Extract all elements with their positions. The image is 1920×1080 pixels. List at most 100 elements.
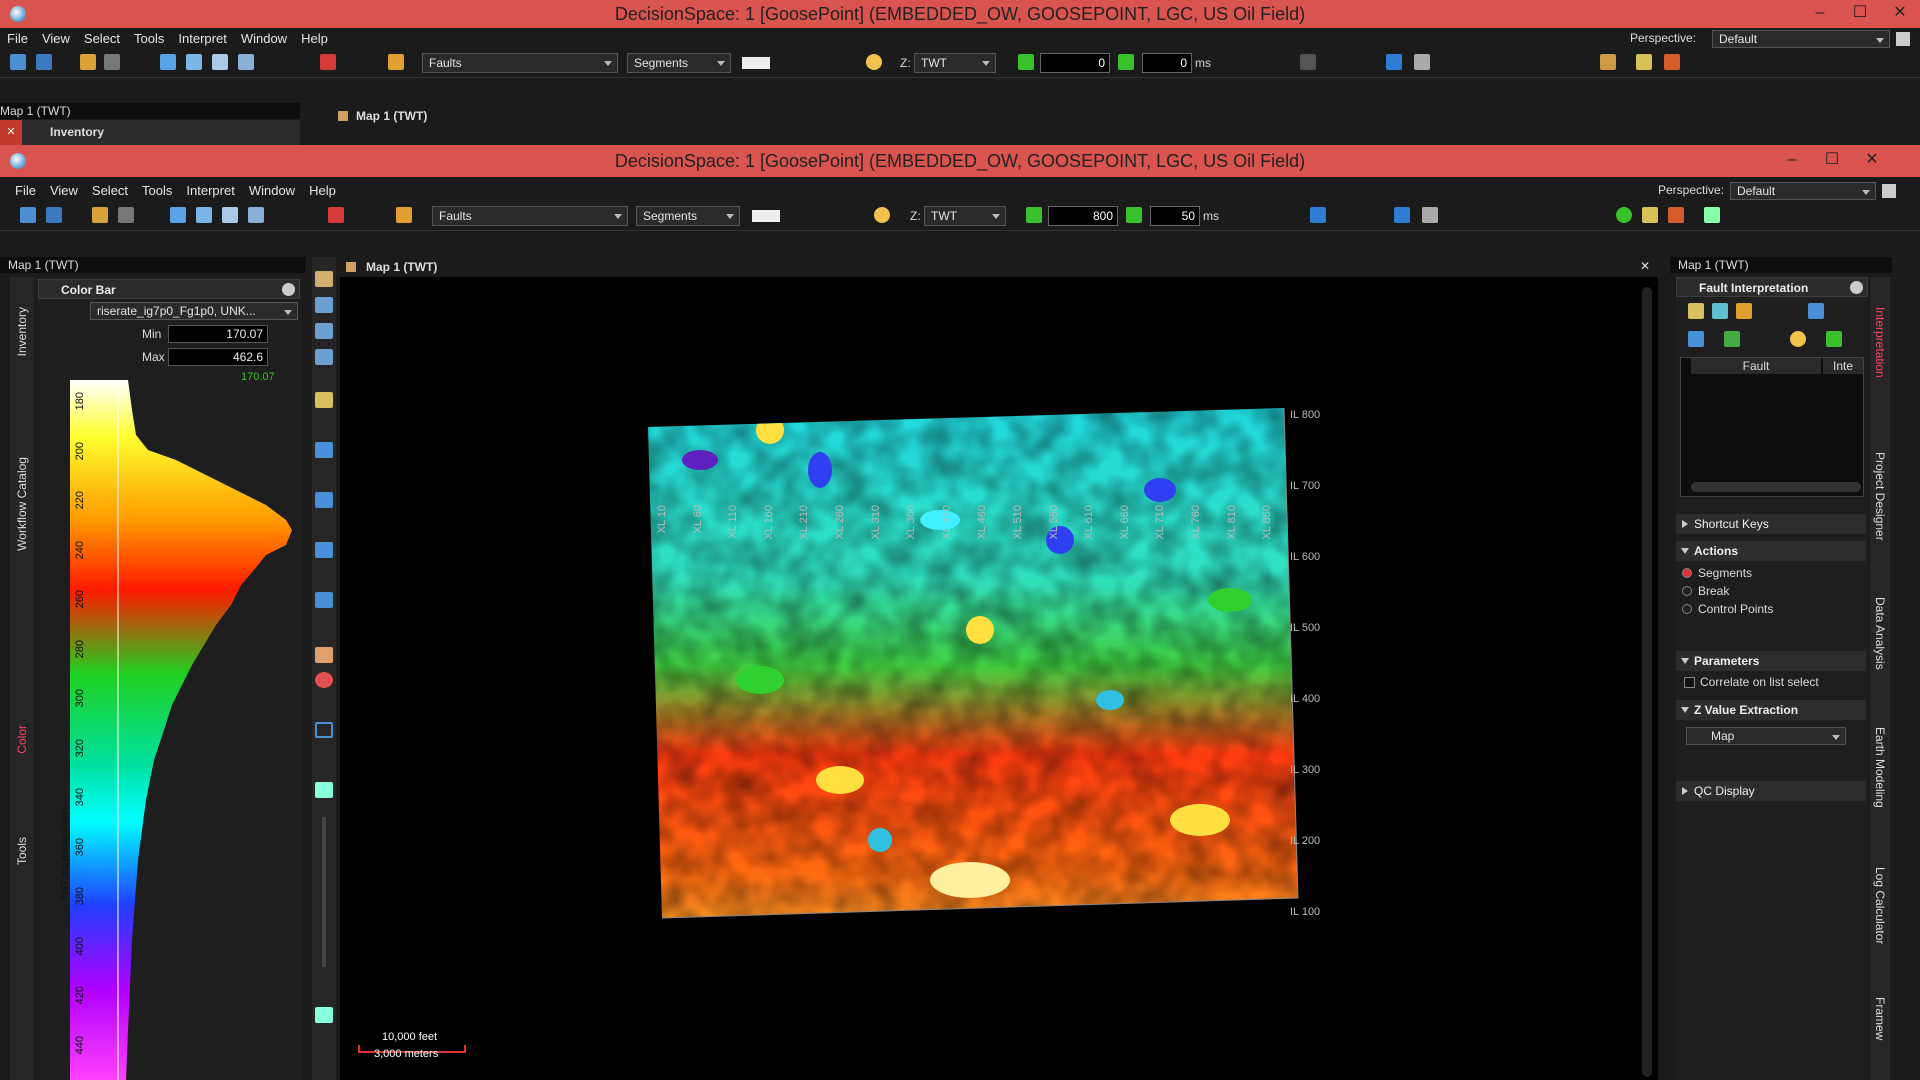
minimize-button[interactable]: – xyxy=(1772,147,1812,175)
add-icon[interactable] xyxy=(1826,331,1842,347)
pick-icon[interactable] xyxy=(315,392,333,408)
attribute-select[interactable]: riserate_ig7p0_Fg1p0, UNK... xyxy=(90,302,298,320)
z-domain-select[interactable]: TWT xyxy=(914,53,996,73)
menu-view[interactable]: View xyxy=(35,29,77,48)
flag-icon[interactable] xyxy=(1300,54,1316,70)
back-map-tab[interactable]: Map 1 (TWT) xyxy=(356,109,427,123)
table-scrollbar[interactable] xyxy=(1691,482,1861,492)
sun-icon[interactable] xyxy=(874,207,890,223)
palette-icon[interactable] xyxy=(315,647,333,663)
step-back-icon[interactable] xyxy=(1018,54,1034,70)
section-qc-display[interactable]: QC Display xyxy=(1676,781,1866,801)
layout-icon[interactable] xyxy=(1600,54,1616,70)
correlate-checkbox[interactable] xyxy=(1684,677,1695,688)
cursor-icon[interactable] xyxy=(222,207,238,223)
control-points-radio[interactable] xyxy=(1682,604,1692,614)
fault-new-icon[interactable] xyxy=(1688,331,1704,347)
menu-interpret[interactable]: Interpret xyxy=(171,29,233,48)
segments-action[interactable]: Segments xyxy=(1698,566,1752,580)
well-icon[interactable] xyxy=(315,592,333,608)
globe-icon[interactable] xyxy=(186,54,202,70)
maximize-icon[interactable] xyxy=(1896,32,1910,46)
step-input[interactable]: 0 xyxy=(1142,53,1192,73)
folder-icon[interactable] xyxy=(92,207,108,223)
menu-select[interactable]: Select xyxy=(77,29,127,48)
zoom-out-icon[interactable] xyxy=(315,1007,333,1023)
close-button[interactable]: ✕ xyxy=(1852,147,1892,175)
pan-icon[interactable] xyxy=(315,323,333,339)
target-icon[interactable] xyxy=(328,207,344,223)
tab-earth-modeling[interactable]: Earth Modeling xyxy=(1873,727,1887,808)
tab-interpretation[interactable]: Interpretation xyxy=(1873,307,1887,378)
flag-icon[interactable] xyxy=(1310,207,1326,223)
globe-icon[interactable] xyxy=(196,207,212,223)
fault-set-icon[interactable] xyxy=(1712,303,1728,319)
z-domain-select[interactable]: TWT xyxy=(924,206,1006,226)
segments-radio[interactable] xyxy=(1682,568,1692,578)
new-icon[interactable] xyxy=(20,207,36,223)
ruler-icon[interactable] xyxy=(1704,207,1720,223)
frame-input[interactable]: 0 xyxy=(1040,53,1110,73)
fault-link-icon[interactable] xyxy=(1808,303,1824,319)
snap-icon[interactable] xyxy=(1664,54,1680,70)
inte-column-header[interactable]: Inte xyxy=(1823,358,1863,374)
fault-sun-icon[interactable] xyxy=(1790,331,1806,347)
menu-select[interactable]: Select xyxy=(85,181,135,200)
section-shortcut-keys[interactable]: Shortcut Keys xyxy=(1676,514,1866,534)
menu-interpret[interactable]: Interpret xyxy=(179,181,241,200)
maximize-button[interactable]: ☐ xyxy=(1812,147,1852,175)
new-icon[interactable] xyxy=(10,54,26,70)
cursor-icon[interactable] xyxy=(212,54,228,70)
filter-icon[interactable] xyxy=(1394,207,1410,223)
fault-column-header[interactable]: Fault xyxy=(1691,358,1821,374)
help-icon[interactable] xyxy=(1850,281,1863,294)
stack-icon[interactable] xyxy=(238,54,254,70)
faults-select[interactable]: Faults xyxy=(432,206,628,226)
tool-icon[interactable] xyxy=(104,54,120,70)
close-icon[interactable]: ✕ xyxy=(0,120,22,145)
save-icon[interactable] xyxy=(46,207,62,223)
segments-select[interactable]: Segments xyxy=(627,53,731,73)
tool-icon[interactable] xyxy=(118,207,134,223)
color-swatch[interactable] xyxy=(752,210,780,222)
section-parameters[interactable]: Parameters xyxy=(1676,651,1866,671)
segments-select[interactable]: Segments xyxy=(636,206,740,226)
faults-select[interactable]: Faults xyxy=(422,53,618,73)
step-forward-icon[interactable] xyxy=(1126,207,1142,223)
save-icon[interactable] xyxy=(36,54,52,70)
control-points-action[interactable]: Control Points xyxy=(1698,602,1773,616)
sun-icon[interactable] xyxy=(866,54,882,70)
close-button[interactable]: ✕ xyxy=(1880,0,1920,28)
maximize-button[interactable]: ☐ xyxy=(1840,0,1880,28)
z-source-select[interactable]: Map xyxy=(1686,727,1846,745)
maximize-icon[interactable] xyxy=(1882,184,1896,198)
perspective-select[interactable]: Default xyxy=(1712,30,1890,48)
pencil-icon[interactable] xyxy=(388,54,404,70)
menu-file[interactable]: File xyxy=(8,181,43,200)
tab-framework[interactable]: Framew xyxy=(1873,997,1887,1040)
menu-help[interactable]: Help xyxy=(302,181,343,200)
tab-inventory[interactable]: Inventory xyxy=(15,307,29,356)
menu-tools[interactable]: Tools xyxy=(127,29,171,48)
zoom-slider[interactable] xyxy=(322,817,326,967)
folder-icon[interactable] xyxy=(80,54,96,70)
fault-table-icon[interactable] xyxy=(1724,331,1740,347)
measure-icon[interactable] xyxy=(160,54,176,70)
step-input[interactable]: 50 xyxy=(1150,206,1200,226)
close-icon[interactable]: ✕ xyxy=(1640,259,1650,273)
filter-icon[interactable] xyxy=(1386,54,1402,70)
color-swatch[interactable] xyxy=(742,57,770,69)
min-field[interactable]: 170.07 xyxy=(168,325,268,343)
tab-workflow-catalog[interactable]: Workflow Catalog xyxy=(15,457,29,551)
menu-view[interactable]: View xyxy=(43,181,85,200)
section-z-value-extraction[interactable]: Z Value Extraction xyxy=(1676,700,1866,720)
minimize-button[interactable]: – xyxy=(1800,0,1840,28)
frame-input[interactable]: 800 xyxy=(1048,206,1118,226)
polygon-icon[interactable] xyxy=(315,542,333,558)
map-tab[interactable]: Map 1 (TWT) xyxy=(366,260,437,274)
max-field[interactable]: 462.6 xyxy=(168,348,268,366)
perspective-select[interactable]: Default xyxy=(1730,182,1876,200)
section-actions[interactable]: Actions xyxy=(1676,541,1866,561)
draw-icon[interactable] xyxy=(1636,54,1652,70)
tab-log-calculator[interactable]: Log Calculator xyxy=(1873,867,1887,944)
